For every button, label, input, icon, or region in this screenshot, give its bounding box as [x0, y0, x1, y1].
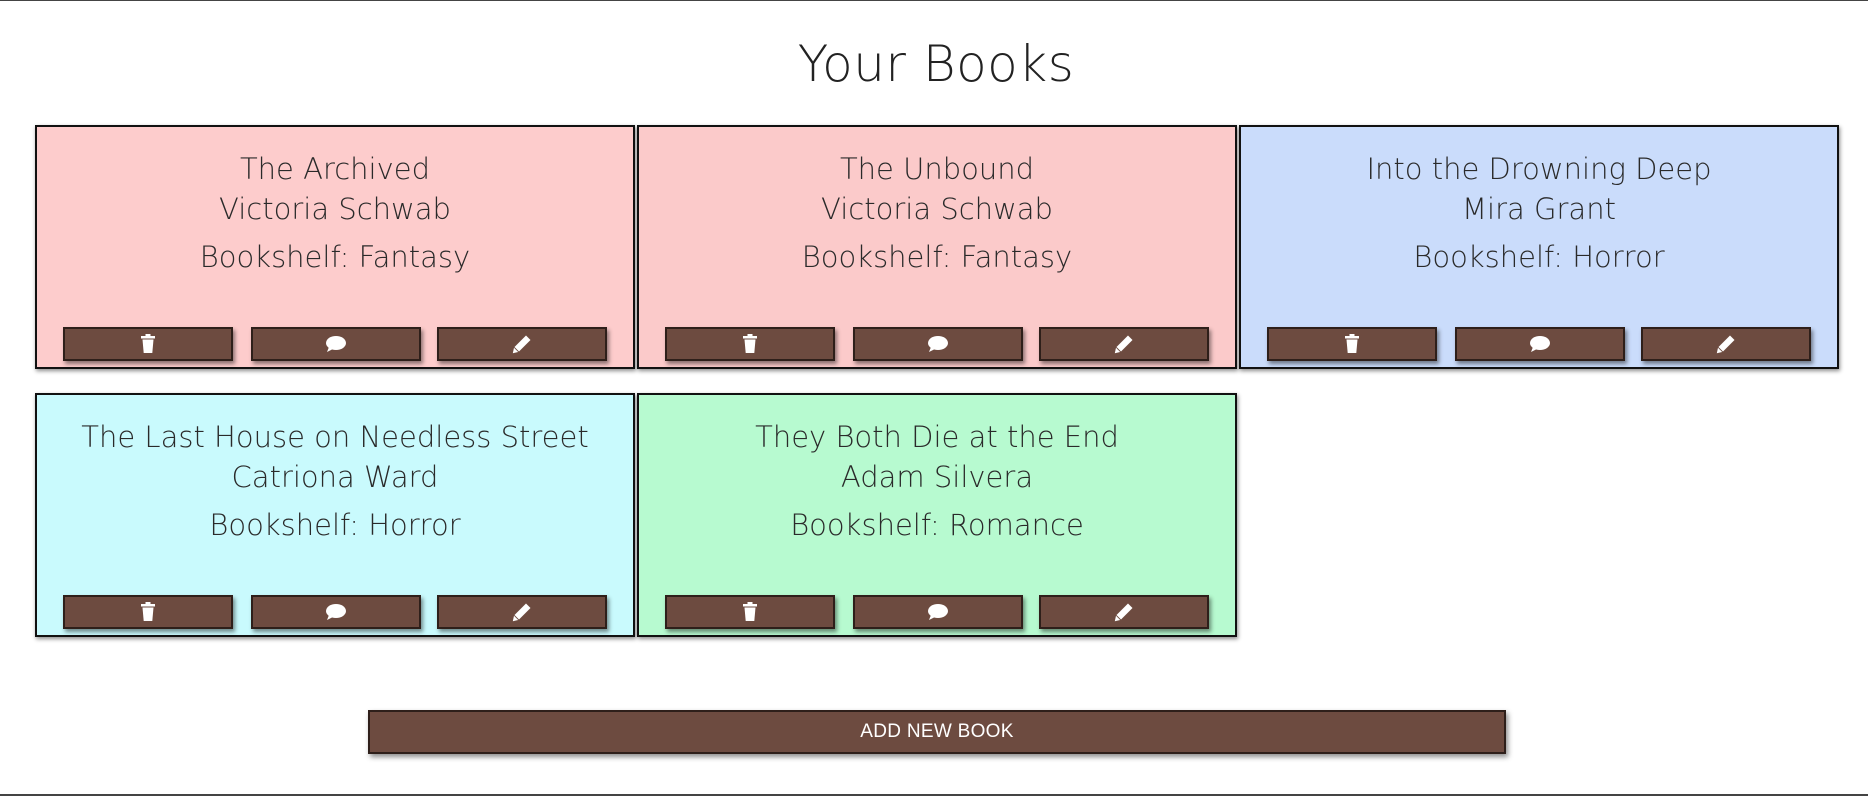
comment-icon	[325, 335, 347, 353]
book-bookshelf: Bookshelf: Fantasy	[801, 240, 1073, 274]
pencil-icon	[1114, 602, 1134, 622]
pencil-icon	[1114, 334, 1134, 354]
comment-icon	[927, 335, 949, 353]
book-card: The Last House on Needless Street Catrio…	[35, 393, 635, 637]
comment-icon	[927, 603, 949, 621]
book-author: Adam Silvera	[840, 460, 1034, 494]
add-new-book-button[interactable]: ADD NEW BOOK	[368, 710, 1506, 754]
delete-button[interactable]	[665, 595, 835, 629]
book-title: They Both Die at the End	[755, 420, 1119, 454]
trash-icon	[139, 334, 157, 354]
comment-button[interactable]	[251, 327, 421, 361]
trash-icon	[741, 334, 759, 354]
book-card: The Archived Victoria Schwab Bookshelf: …	[35, 125, 635, 369]
trash-icon	[139, 602, 157, 622]
comment-icon	[1529, 335, 1551, 353]
delete-button[interactable]	[63, 327, 233, 361]
book-bookshelf: Bookshelf: Romance	[790, 508, 1084, 542]
comment-button[interactable]	[853, 595, 1023, 629]
comment-button[interactable]	[251, 595, 421, 629]
book-title: The Unbound	[839, 152, 1035, 186]
page: Your Books The Archived Victoria Schwab …	[0, 0, 1868, 796]
pencil-icon	[512, 334, 532, 354]
book-card: Into the Drowning Deep Mira Grant Booksh…	[1239, 125, 1839, 369]
book-author: Catriona Ward	[231, 460, 439, 494]
book-title: Into the Drowning Deep	[1366, 152, 1712, 186]
book-bookshelf: Bookshelf: Horror	[1413, 240, 1665, 274]
card-actions	[665, 327, 1211, 361]
trash-icon	[741, 602, 759, 622]
book-card: The Unbound Victoria Schwab Bookshelf: F…	[637, 125, 1237, 369]
book-author: Mira Grant	[1462, 192, 1616, 226]
book-bookshelf: Bookshelf: Fantasy	[199, 240, 471, 274]
trash-icon	[1343, 334, 1361, 354]
book-card: They Both Die at the End Adam Silvera Bo…	[637, 393, 1237, 637]
edit-button[interactable]	[437, 327, 607, 361]
comment-button[interactable]	[1455, 327, 1625, 361]
page-title: Your Books	[797, 35, 1075, 93]
edit-button[interactable]	[1039, 595, 1209, 629]
card-actions	[63, 327, 609, 361]
card-actions	[665, 595, 1211, 629]
delete-button[interactable]	[665, 327, 835, 361]
edit-button[interactable]	[1641, 327, 1811, 361]
comment-icon	[325, 603, 347, 621]
book-author: Victoria Schwab	[219, 192, 451, 226]
delete-button[interactable]	[1267, 327, 1437, 361]
card-actions	[63, 595, 609, 629]
edit-button[interactable]	[1039, 327, 1209, 361]
edit-button[interactable]	[437, 595, 607, 629]
pencil-icon	[512, 602, 532, 622]
book-title: The Last House on Needless Street	[81, 420, 589, 454]
book-title: The Archived	[239, 152, 431, 186]
delete-button[interactable]	[63, 595, 233, 629]
pencil-icon	[1716, 334, 1736, 354]
book-author: Victoria Schwab	[821, 192, 1053, 226]
comment-button[interactable]	[853, 327, 1023, 361]
card-actions	[1267, 327, 1813, 361]
book-bookshelf: Bookshelf: Horror	[209, 508, 461, 542]
